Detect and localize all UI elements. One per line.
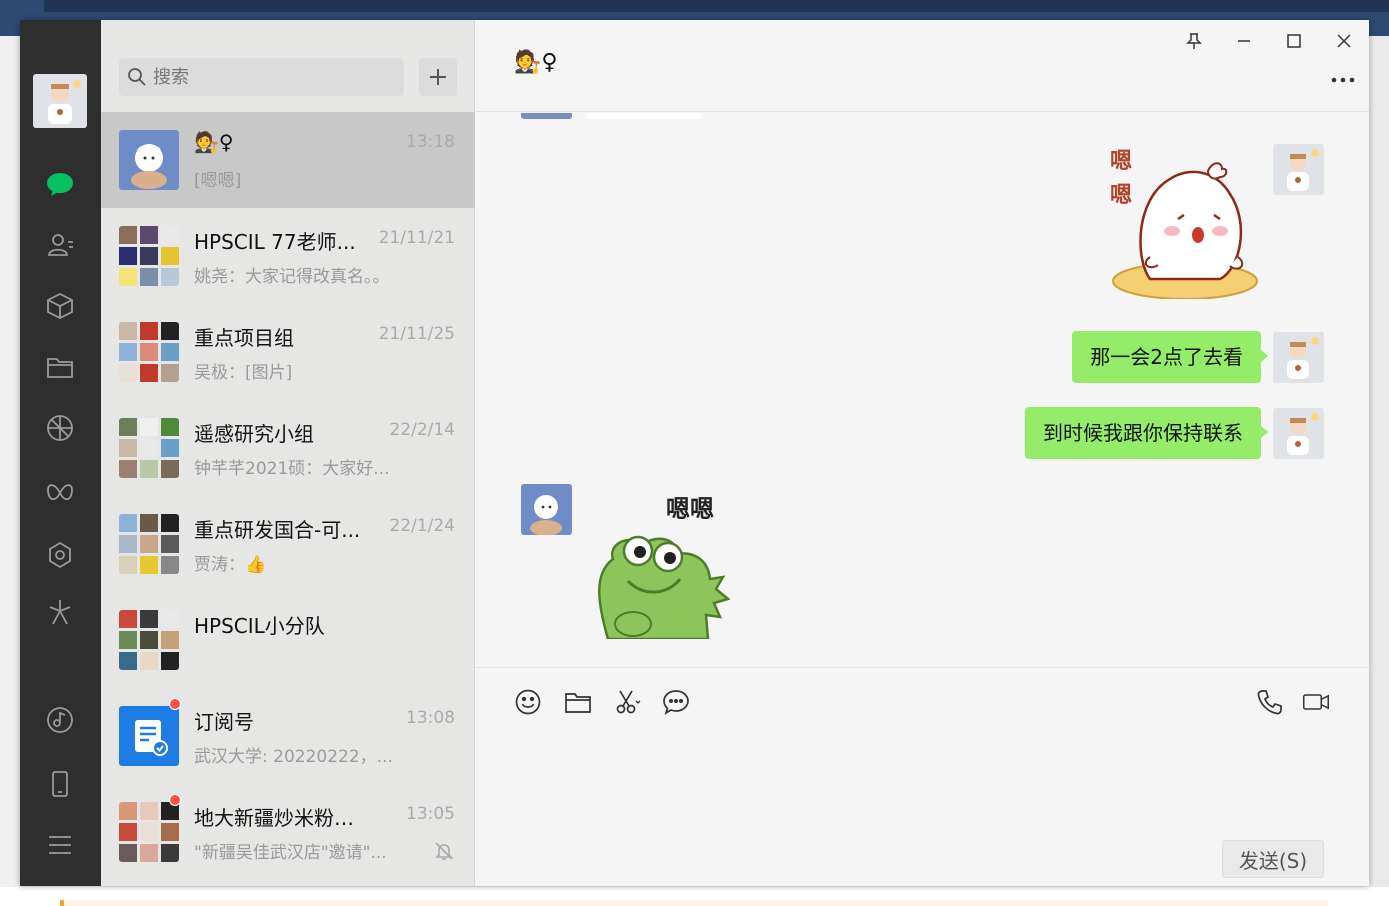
conversation-item[interactable]: HPSCIL小分队 — [101, 592, 475, 688]
scissors-icon[interactable] — [612, 686, 644, 718]
maximize-icon[interactable] — [1279, 26, 1309, 56]
conversation-item[interactable]: 订阅号 13:08 武汉大学: 20220222，... — [101, 688, 475, 784]
background-bottom-area — [0, 887, 1389, 906]
sticker-message[interactable]: 嗯 嗯 — [1110, 139, 1260, 300]
wechat-window: 🧑‍⚖️♀ 13:18 [嗯嗯] HPSCIL 77老师... 21/11/21… — [20, 20, 1369, 886]
chat-title: 🧑‍⚖️♀ — [514, 50, 558, 75]
group-avatar — [119, 610, 179, 670]
group-avatar — [119, 802, 179, 862]
voice-call-icon[interactable] — [1254, 686, 1286, 718]
my-message-avatar[interactable] — [1273, 332, 1324, 383]
sticker-message[interactable]: 嗯嗯 — [588, 489, 738, 641]
conversation-preview: 钟芊芊2021硕：大家好... — [194, 459, 390, 479]
my-message-avatar[interactable] — [1273, 408, 1324, 459]
moments-icon[interactable] — [42, 410, 78, 446]
group-avatar — [119, 514, 179, 574]
conversation-item[interactable]: 遥感研究小组 22/2/14 钟芊芊2021硕：大家好... — [101, 400, 475, 496]
conversation-time: 22/1/24 — [389, 516, 455, 536]
conversation-name: 重点项目组 — [194, 326, 294, 350]
conversation-time: 21/11/25 — [378, 324, 455, 344]
chat-header: 🧑‍⚖️♀ — [476, 20, 1369, 112]
conversation-preview: 姚尧：大家记得改真名。。 — [194, 267, 390, 287]
my-avatar[interactable] — [33, 74, 87, 128]
conversation-name: 地大新疆炒米粉预定... — [194, 806, 369, 830]
favorites-icon[interactable] — [42, 288, 78, 324]
my-message-avatar[interactable] — [1273, 144, 1324, 195]
conversation-avatar — [119, 130, 179, 190]
message-input[interactable] — [506, 730, 1336, 830]
conversation-time: 22/2/14 — [389, 420, 455, 440]
conversation-time: 13:05 — [406, 804, 455, 824]
send-button[interactable]: 发送(S) — [1222, 840, 1324, 878]
background-tab-strip — [44, 0, 1389, 12]
minimize-icon[interactable] — [1229, 26, 1259, 56]
emoji-icon[interactable] — [512, 686, 544, 718]
conversation-time: 13:08 — [406, 708, 455, 728]
conversation-item[interactable]: 重点研发国合-可... 22/1/24 贾涛：👍 — [101, 496, 475, 592]
files-icon[interactable] — [42, 349, 78, 385]
message-composer: 发送(S) — [476, 667, 1369, 886]
background-notice-strip — [60, 900, 1328, 906]
unread-badge — [169, 698, 181, 710]
conversation-name: 重点研发国合-可... — [194, 518, 361, 542]
group-avatar — [119, 418, 179, 478]
unread-badge — [169, 794, 181, 806]
my-message-bubble[interactable]: 到时候我跟你保持联系 — [1025, 407, 1268, 459]
chat-panel: 🧑‍⚖️♀ — [476, 20, 1369, 886]
contact-message-avatar[interactable] — [521, 484, 572, 535]
close-icon[interactable] — [1329, 26, 1359, 56]
chat-bubble-icon[interactable] — [660, 686, 692, 718]
subscription-avatar — [119, 706, 179, 766]
conversation-item[interactable]: 地大新疆炒米粉预定... 13:05 "新疆吴佳武汉店"邀请"... — [101, 784, 475, 880]
chat-icon[interactable] — [42, 166, 78, 202]
video-call-icon[interactable] — [1298, 686, 1334, 718]
background-scroll-area — [1370, 36, 1389, 906]
message-list: 嗯 嗯 那一会2点了去看 到时候我跟你保持联系 嗯嗯 — [476, 113, 1369, 667]
search-feature-icon[interactable] — [42, 594, 78, 630]
conversation-item[interactable]: 🧑‍⚖️♀ 13:18 [嗯嗯] — [101, 112, 475, 208]
conversation-preview: "新疆吴佳武汉店"邀请"... — [194, 843, 387, 863]
conversation-item[interactable]: HPSCIL 77老师... 21/11/21 姚尧：大家记得改真名。。 — [101, 208, 475, 304]
my-message-bubble[interactable]: 那一会2点了去看 — [1072, 331, 1268, 383]
contacts-icon[interactable] — [42, 227, 78, 263]
conversation-time: 21/11/21 — [378, 228, 455, 248]
mute-icon — [435, 842, 453, 860]
conversation-list-panel: 🧑‍⚖️♀ 13:18 [嗯嗯] HPSCIL 77老师... 21/11/21… — [101, 20, 475, 886]
plus-icon — [430, 69, 446, 85]
search-icon — [128, 68, 146, 86]
conversation-preview: [嗯嗯] — [194, 171, 242, 191]
previous-message-bubble — [586, 113, 702, 119]
mini-program-icon[interactable] — [42, 537, 78, 573]
conversation-preview: 武汉大学: 20220222，... — [194, 747, 393, 767]
more-icon[interactable] — [1328, 70, 1358, 90]
channels-icon[interactable] — [42, 475, 78, 511]
nav-sidebar — [20, 20, 101, 886]
phone-icon[interactable] — [42, 766, 78, 802]
search-input[interactable] — [153, 58, 398, 96]
conversation-time: 13:18 — [406, 132, 455, 152]
folder-icon[interactable] — [562, 686, 594, 718]
sticker-caption: 嗯 — [1110, 149, 1133, 174]
conversation-name: 🧑‍⚖️♀ — [194, 130, 234, 154]
conversation-name: HPSCIL小分队 — [194, 614, 325, 638]
music-icon[interactable] — [42, 702, 78, 738]
menu-icon[interactable] — [42, 827, 78, 863]
conversation-preview: 贾涛：👍 — [194, 555, 267, 575]
pin-icon[interactable] — [1179, 26, 1209, 56]
add-button[interactable] — [419, 58, 457, 96]
conversation-name: HPSCIL 77老师... — [194, 230, 356, 254]
conversation-name: 订阅号 — [194, 710, 254, 734]
sticker-caption: 嗯嗯 — [666, 495, 714, 523]
previous-message-avatar — [521, 113, 572, 119]
group-avatar — [119, 226, 179, 286]
search-box[interactable] — [119, 58, 404, 96]
group-avatar — [119, 322, 179, 382]
conversation-name: 遥感研究小组 — [194, 422, 314, 446]
conversation-preview: 吴极：[图片] — [194, 363, 293, 383]
sticker-caption: 嗯 — [1110, 183, 1133, 208]
conversation-item[interactable]: 重点项目组 21/11/25 吴极：[图片] — [101, 304, 475, 400]
